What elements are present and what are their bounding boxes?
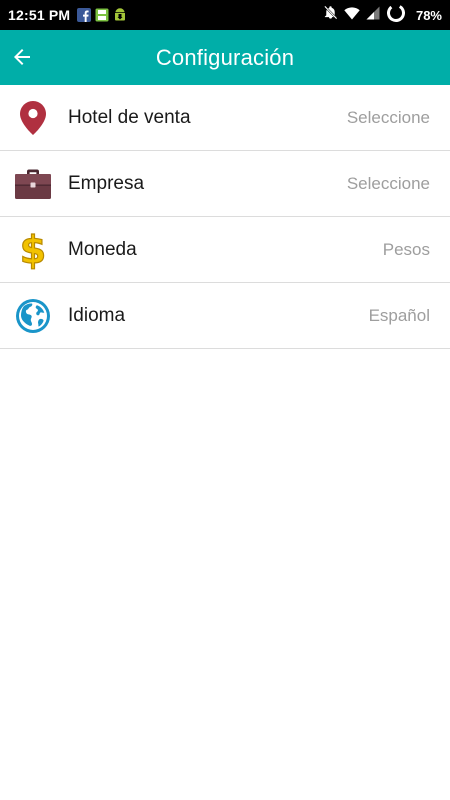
notifications-off-icon: [323, 5, 338, 25]
app-bar: Configuración: [0, 30, 450, 85]
dollar-icon: $: [14, 230, 52, 270]
settings-list: Hotel de venta Seleccione Empresa Selecc…: [0, 85, 450, 349]
setting-value: Seleccione: [346, 173, 430, 193]
globe-icon: [14, 297, 52, 335]
save-icon: [95, 8, 109, 22]
status-time: 12:51 PM: [8, 7, 71, 23]
setting-value: Español: [368, 305, 430, 325]
notification-icons: [77, 8, 127, 22]
location-pin-icon: [14, 99, 52, 137]
setting-label: Empresa: [68, 172, 145, 194]
setting-row-idioma[interactable]: Idioma Español: [0, 283, 450, 349]
setting-row-empresa[interactable]: Empresa Seleccione: [0, 151, 450, 217]
wifi-icon: [344, 6, 360, 25]
setting-row-moneda[interactable]: $ Moneda Pesos: [0, 217, 450, 283]
signal-icon: [366, 6, 380, 25]
system-icons: 78%: [323, 3, 442, 28]
briefcase-icon: [14, 165, 52, 203]
setting-label: Hotel de venta: [68, 106, 191, 128]
setting-label: Moneda: [68, 238, 137, 260]
svg-text:$: $: [20, 230, 46, 270]
page-title: Configuración: [155, 45, 295, 70]
facebook-icon: [77, 8, 92, 22]
loading-ring-icon: [386, 3, 406, 28]
setting-value: Seleccione: [346, 107, 430, 127]
setting-row-hotel[interactable]: Hotel de venta Seleccione: [0, 85, 450, 151]
setting-label: Idioma: [68, 304, 126, 326]
setting-value: Pesos: [382, 239, 430, 259]
status-bar: 12:51 PM 78%: [0, 0, 450, 30]
battery-percent: 78%: [415, 7, 442, 23]
android-download-icon: [113, 8, 127, 22]
